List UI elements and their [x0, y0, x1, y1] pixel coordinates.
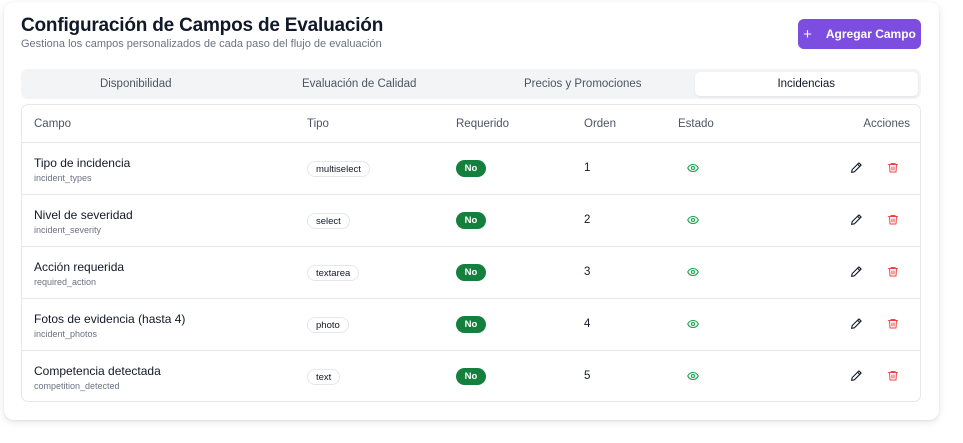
pencil-icon[interactable] — [850, 161, 863, 174]
field-key: incident_types — [34, 173, 92, 183]
field-label: Competencia detectada — [34, 364, 161, 378]
tab-disponibilidad[interactable]: Disponibilidad — [24, 72, 248, 96]
field-order: 2 — [584, 214, 591, 226]
fields-config-card: Configuración de Campos de Evaluación Ge… — [4, 2, 939, 420]
field-label: Nivel de severidad — [34, 208, 133, 222]
required-badge: No — [456, 160, 486, 177]
field-label: Acción requerida — [34, 260, 125, 274]
page-subtitle: Gestiona los campos personalizados de ca… — [21, 38, 382, 50]
column-header-orden: Orden — [584, 118, 616, 130]
tab-incidencias[interactable]: Incidencias — [694, 72, 918, 96]
trash-icon[interactable] — [887, 161, 899, 174]
required-badge: No — [456, 264, 486, 281]
column-header-tipo: Tipo — [307, 118, 329, 130]
table-row: Acción requerida required_action textare… — [22, 247, 920, 299]
column-header-acciones: Acciones — [863, 118, 910, 130]
trash-icon[interactable] — [887, 369, 899, 382]
pencil-icon[interactable] — [850, 369, 863, 382]
trash-icon[interactable] — [887, 265, 899, 278]
eye-icon[interactable] — [687, 214, 699, 226]
field-order: 1 — [584, 162, 591, 174]
field-order: 4 — [584, 318, 591, 330]
page-title: Configuración de Campos de Evaluación — [21, 15, 384, 36]
required-badge: No — [456, 368, 486, 385]
eye-icon[interactable] — [687, 370, 699, 382]
column-header-estado: Estado — [678, 118, 714, 130]
pencil-icon[interactable] — [850, 317, 863, 330]
column-header-requerido: Requerido — [456, 118, 510, 130]
required-badge: No — [456, 316, 486, 333]
field-type-badge: select — [307, 213, 350, 229]
table-row: Nivel de severidad incident_severity sel… — [22, 195, 920, 247]
table-header: Campo Tipo Requerido Orden Estado Accion… — [22, 105, 920, 143]
field-type-badge: photo — [307, 317, 349, 333]
eye-icon[interactable] — [687, 318, 699, 330]
trash-icon[interactable] — [887, 213, 899, 226]
field-key: required_action — [34, 277, 97, 287]
field-label: Tipo de incidencia — [34, 156, 131, 170]
eye-icon[interactable] — [687, 162, 699, 174]
field-key: incident_severity — [34, 225, 102, 235]
field-type-badge: text — [307, 369, 341, 385]
field-key: incident_photos — [34, 329, 98, 339]
step-tabs: Disponibilidad Evaluación de Calidad Pre… — [21, 69, 921, 99]
tab-evaluacion-calidad[interactable]: Evaluación de Calidad — [248, 72, 472, 96]
field-order: 3 — [584, 266, 591, 278]
trash-icon[interactable] — [887, 317, 899, 330]
pencil-icon[interactable] — [850, 213, 863, 226]
field-order: 5 — [584, 370, 591, 382]
table-row: Tipo de incidencia incident_types multis… — [22, 143, 920, 195]
fields-table: Campo Tipo Requerido Orden Estado Accion… — [21, 104, 921, 402]
required-badge: No — [456, 212, 486, 229]
tab-precios-promociones[interactable]: Precios y Promociones — [471, 72, 695, 96]
field-key: competition_detected — [34, 381, 120, 391]
pencil-icon[interactable] — [850, 265, 863, 278]
table-row: Competencia detectada competition_detect… — [22, 351, 920, 401]
field-label: Fotos de evidencia (hasta 4) — [34, 312, 186, 326]
field-type-badge: textarea — [307, 265, 360, 281]
field-type-badge: multiselect — [307, 161, 370, 177]
eye-icon[interactable] — [687, 266, 699, 278]
add-field-button-label: Agregar Campo — [825, 27, 916, 41]
plus-icon: + — [803, 25, 812, 43]
table-body: Tipo de incidencia incident_types multis… — [22, 143, 920, 401]
add-field-button[interactable]: + Agregar Campo — [798, 19, 921, 49]
column-header-campo: Campo — [34, 118, 72, 130]
table-row: Fotos de evidencia (hasta 4) incident_ph… — [22, 299, 920, 351]
